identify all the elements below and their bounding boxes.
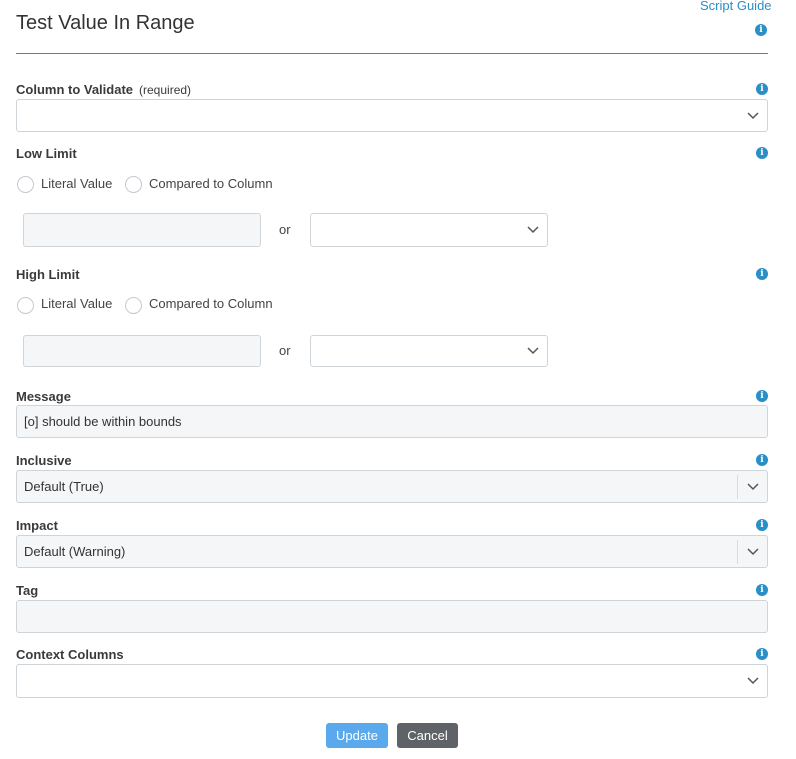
update-button[interactable]: Update — [326, 723, 388, 748]
context-columns-label: Context Columns — [16, 647, 124, 662]
select-divider — [737, 540, 738, 564]
high-limit-literal-radio[interactable] — [17, 297, 34, 314]
inclusive-value: Default (True) — [24, 479, 104, 494]
message-label: Message — [16, 389, 71, 404]
cancel-button[interactable]: Cancel — [397, 723, 458, 748]
message-input[interactable]: [o] should be within bounds — [16, 405, 768, 438]
low-limit-or-text: or — [279, 222, 291, 237]
low-limit-label: Low Limit — [16, 146, 77, 161]
high-limit-label: High Limit — [16, 267, 80, 282]
chevron-down-icon — [527, 347, 539, 355]
info-icon[interactable]: i — [756, 454, 768, 466]
info-icon[interactable]: i — [756, 268, 768, 280]
high-limit-compared-radio[interactable] — [125, 297, 142, 314]
low-limit-compared-radio[interactable] — [125, 176, 142, 193]
impact-select[interactable]: Default (Warning) — [16, 535, 768, 568]
message-value: [o] should be within bounds — [24, 414, 182, 429]
low-limit-column-select[interactable] — [310, 213, 548, 247]
chevron-down-icon — [747, 111, 759, 119]
high-limit-or-text: or — [279, 343, 291, 358]
info-icon[interactable]: i — [756, 147, 768, 159]
low-limit-literal-radio[interactable] — [17, 176, 34, 193]
info-icon[interactable]: i — [756, 83, 768, 95]
chevron-down-icon — [747, 677, 759, 685]
column-to-validate-select[interactable] — [16, 99, 768, 132]
high-limit-literal-label[interactable]: Literal Value — [41, 296, 112, 311]
info-icon[interactable]: i — [756, 584, 768, 596]
impact-value: Default (Warning) — [24, 544, 126, 559]
column-to-validate-label: Column to Validate (required) — [16, 82, 192, 97]
chevron-down-icon — [747, 482, 759, 490]
select-divider — [737, 475, 738, 499]
chevron-down-icon — [527, 226, 539, 234]
info-icon[interactable]: i — [756, 390, 768, 402]
info-icon[interactable]: i — [755, 24, 767, 36]
impact-label: Impact — [16, 518, 58, 533]
chevron-down-icon — [747, 547, 759, 555]
low-limit-literal-label[interactable]: Literal Value — [41, 176, 112, 191]
tag-label: Tag — [16, 583, 39, 598]
required-marker: (required) — [139, 83, 192, 97]
header-divider — [16, 53, 768, 54]
info-icon[interactable]: i — [756, 648, 768, 660]
inclusive-select[interactable]: Default (True) — [16, 470, 768, 503]
high-limit-literal-input[interactable] — [23, 335, 261, 367]
script-guide-link[interactable]: Script Guide — [700, 0, 772, 13]
inclusive-label: Inclusive — [16, 453, 72, 468]
low-limit-literal-input[interactable] — [23, 213, 261, 247]
high-limit-column-select[interactable] — [310, 335, 548, 367]
high-limit-compared-label[interactable]: Compared to Column — [149, 296, 273, 311]
info-icon[interactable]: i — [756, 519, 768, 531]
tag-input[interactable] — [16, 600, 768, 633]
page-title: Test Value In Range — [16, 12, 195, 34]
context-columns-select[interactable] — [16, 664, 768, 698]
low-limit-compared-label[interactable]: Compared to Column — [149, 176, 273, 191]
